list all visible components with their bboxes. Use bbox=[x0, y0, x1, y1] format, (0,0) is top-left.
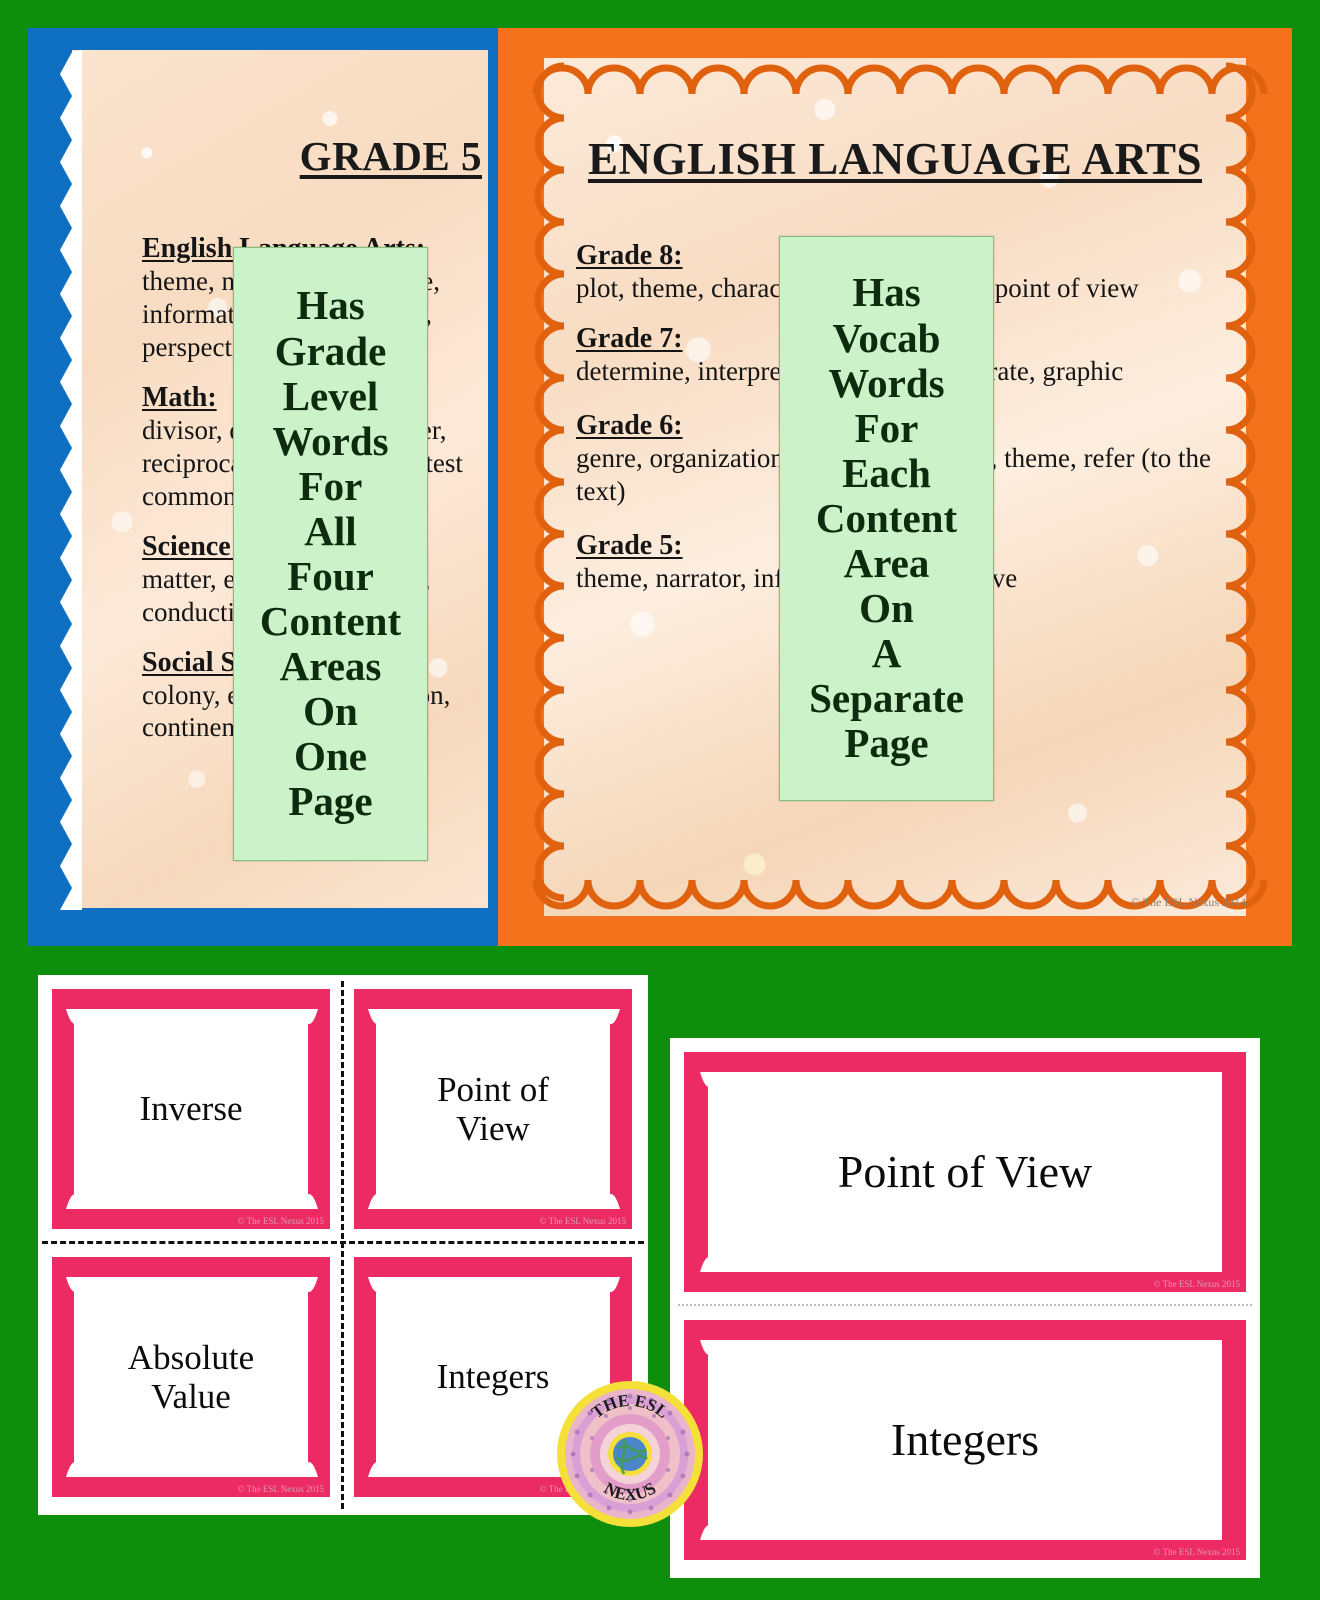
callout-line: On bbox=[859, 585, 914, 632]
scallop-top-edge bbox=[532, 64, 1268, 94]
callout-line: For bbox=[298, 462, 363, 509]
callout-line: Area bbox=[843, 540, 930, 587]
zigzag-bottom-edge bbox=[56, 902, 472, 924]
callout-vocab-words: Has Vocab Words For Each Content Area On… bbox=[779, 236, 994, 801]
section-heading: Grade 5: bbox=[576, 529, 683, 561]
callout-line: On bbox=[303, 688, 358, 735]
cut-line-horizontal-fine bbox=[678, 1304, 1252, 1306]
section-heading: Math: bbox=[142, 381, 217, 413]
poster-title-grade-5: GRADE 5 bbox=[299, 133, 482, 179]
callout-line: Page bbox=[844, 720, 929, 767]
card-label: Point of View bbox=[437, 1069, 549, 1148]
card-label: Absolute Value bbox=[127, 1337, 255, 1416]
callout-line: Each bbox=[842, 449, 931, 496]
cut-line-horizontal bbox=[42, 1241, 644, 1244]
section-heading: Science: bbox=[142, 530, 240, 562]
callout-line: Separate bbox=[809, 675, 964, 722]
callout-line: For bbox=[854, 404, 919, 451]
vocab-card-point-of-view[interactable]: Point of View © The ESL Nexus 2015 bbox=[354, 989, 632, 1229]
posters-section: GRADE 5 English Language Arts: theme, na… bbox=[0, 0, 1320, 955]
cut-line-vertical bbox=[341, 981, 344, 1509]
vocab-card-inverse[interactable]: Inverse © The ESL Nexus 2015 bbox=[52, 989, 330, 1229]
callout-line: One bbox=[294, 733, 367, 780]
callout-line: Words bbox=[828, 359, 945, 406]
callout-line: Page bbox=[288, 778, 373, 825]
callout-line: Four bbox=[287, 553, 374, 599]
card-label: Inverse bbox=[139, 1089, 243, 1129]
card-copyright: © The ESL Nexus 2015 bbox=[539, 1216, 626, 1226]
callout-line: Has bbox=[296, 282, 365, 329]
poster-title-ela: ENGLISH LANGUAGE ARTS bbox=[587, 134, 1203, 184]
callout-line: Has bbox=[852, 269, 921, 316]
vocab-card-absolute-value[interactable]: Absolute Value © The ESL Nexus 2015 bbox=[52, 1257, 330, 1497]
callout-line: Content bbox=[815, 494, 958, 541]
callout-line: Vocab bbox=[832, 314, 941, 361]
vocabulary-card-sheet-large: Point of View © The ESL Nexus 2015 Integ… bbox=[670, 1038, 1260, 1578]
callout-line: Level bbox=[282, 372, 379, 419]
callout-line: Words bbox=[272, 417, 389, 464]
card-copyright: © The ESL Nexus 2015 bbox=[1153, 1279, 1240, 1289]
vocab-card-large-integers[interactable]: Integers © The ESL Nexus 2015 bbox=[684, 1320, 1246, 1560]
card-copyright: © The ESL Nexus 2015 bbox=[237, 1484, 324, 1494]
card-label: Point of View bbox=[837, 1146, 1093, 1198]
card-copyright: © The ESL Nexus 2015 bbox=[237, 1216, 324, 1226]
callout-line: Grade bbox=[274, 327, 387, 374]
section-heading: Grade 7: bbox=[576, 322, 683, 354]
callout-line: Content bbox=[259, 598, 402, 645]
zigzag-left-edge bbox=[60, 50, 82, 910]
section-heading: Grade 8: bbox=[576, 240, 683, 271]
callout-line: A bbox=[871, 630, 902, 677]
card-copyright: © The ESL Nexus 2015 bbox=[1153, 1547, 1240, 1557]
the-esl-nexus-logo[interactable]: THE ESL NEXUS bbox=[556, 1380, 704, 1528]
card-label: Integers bbox=[436, 1357, 550, 1397]
callout-line: Areas bbox=[279, 643, 382, 690]
card-label: Integers bbox=[890, 1414, 1040, 1466]
section-heading: Grade 6: bbox=[576, 409, 683, 441]
vocab-card-large-point-of-view[interactable]: Point of View © The ESL Nexus 2015 bbox=[684, 1052, 1246, 1292]
callout-line: All bbox=[304, 507, 357, 554]
callout-grade-level-words: Has Grade Level Words For All Four Conte… bbox=[233, 247, 428, 861]
poster-copyright: © The ESL Nexus 2014 bbox=[1130, 895, 1246, 909]
globe-icon bbox=[613, 1437, 647, 1471]
